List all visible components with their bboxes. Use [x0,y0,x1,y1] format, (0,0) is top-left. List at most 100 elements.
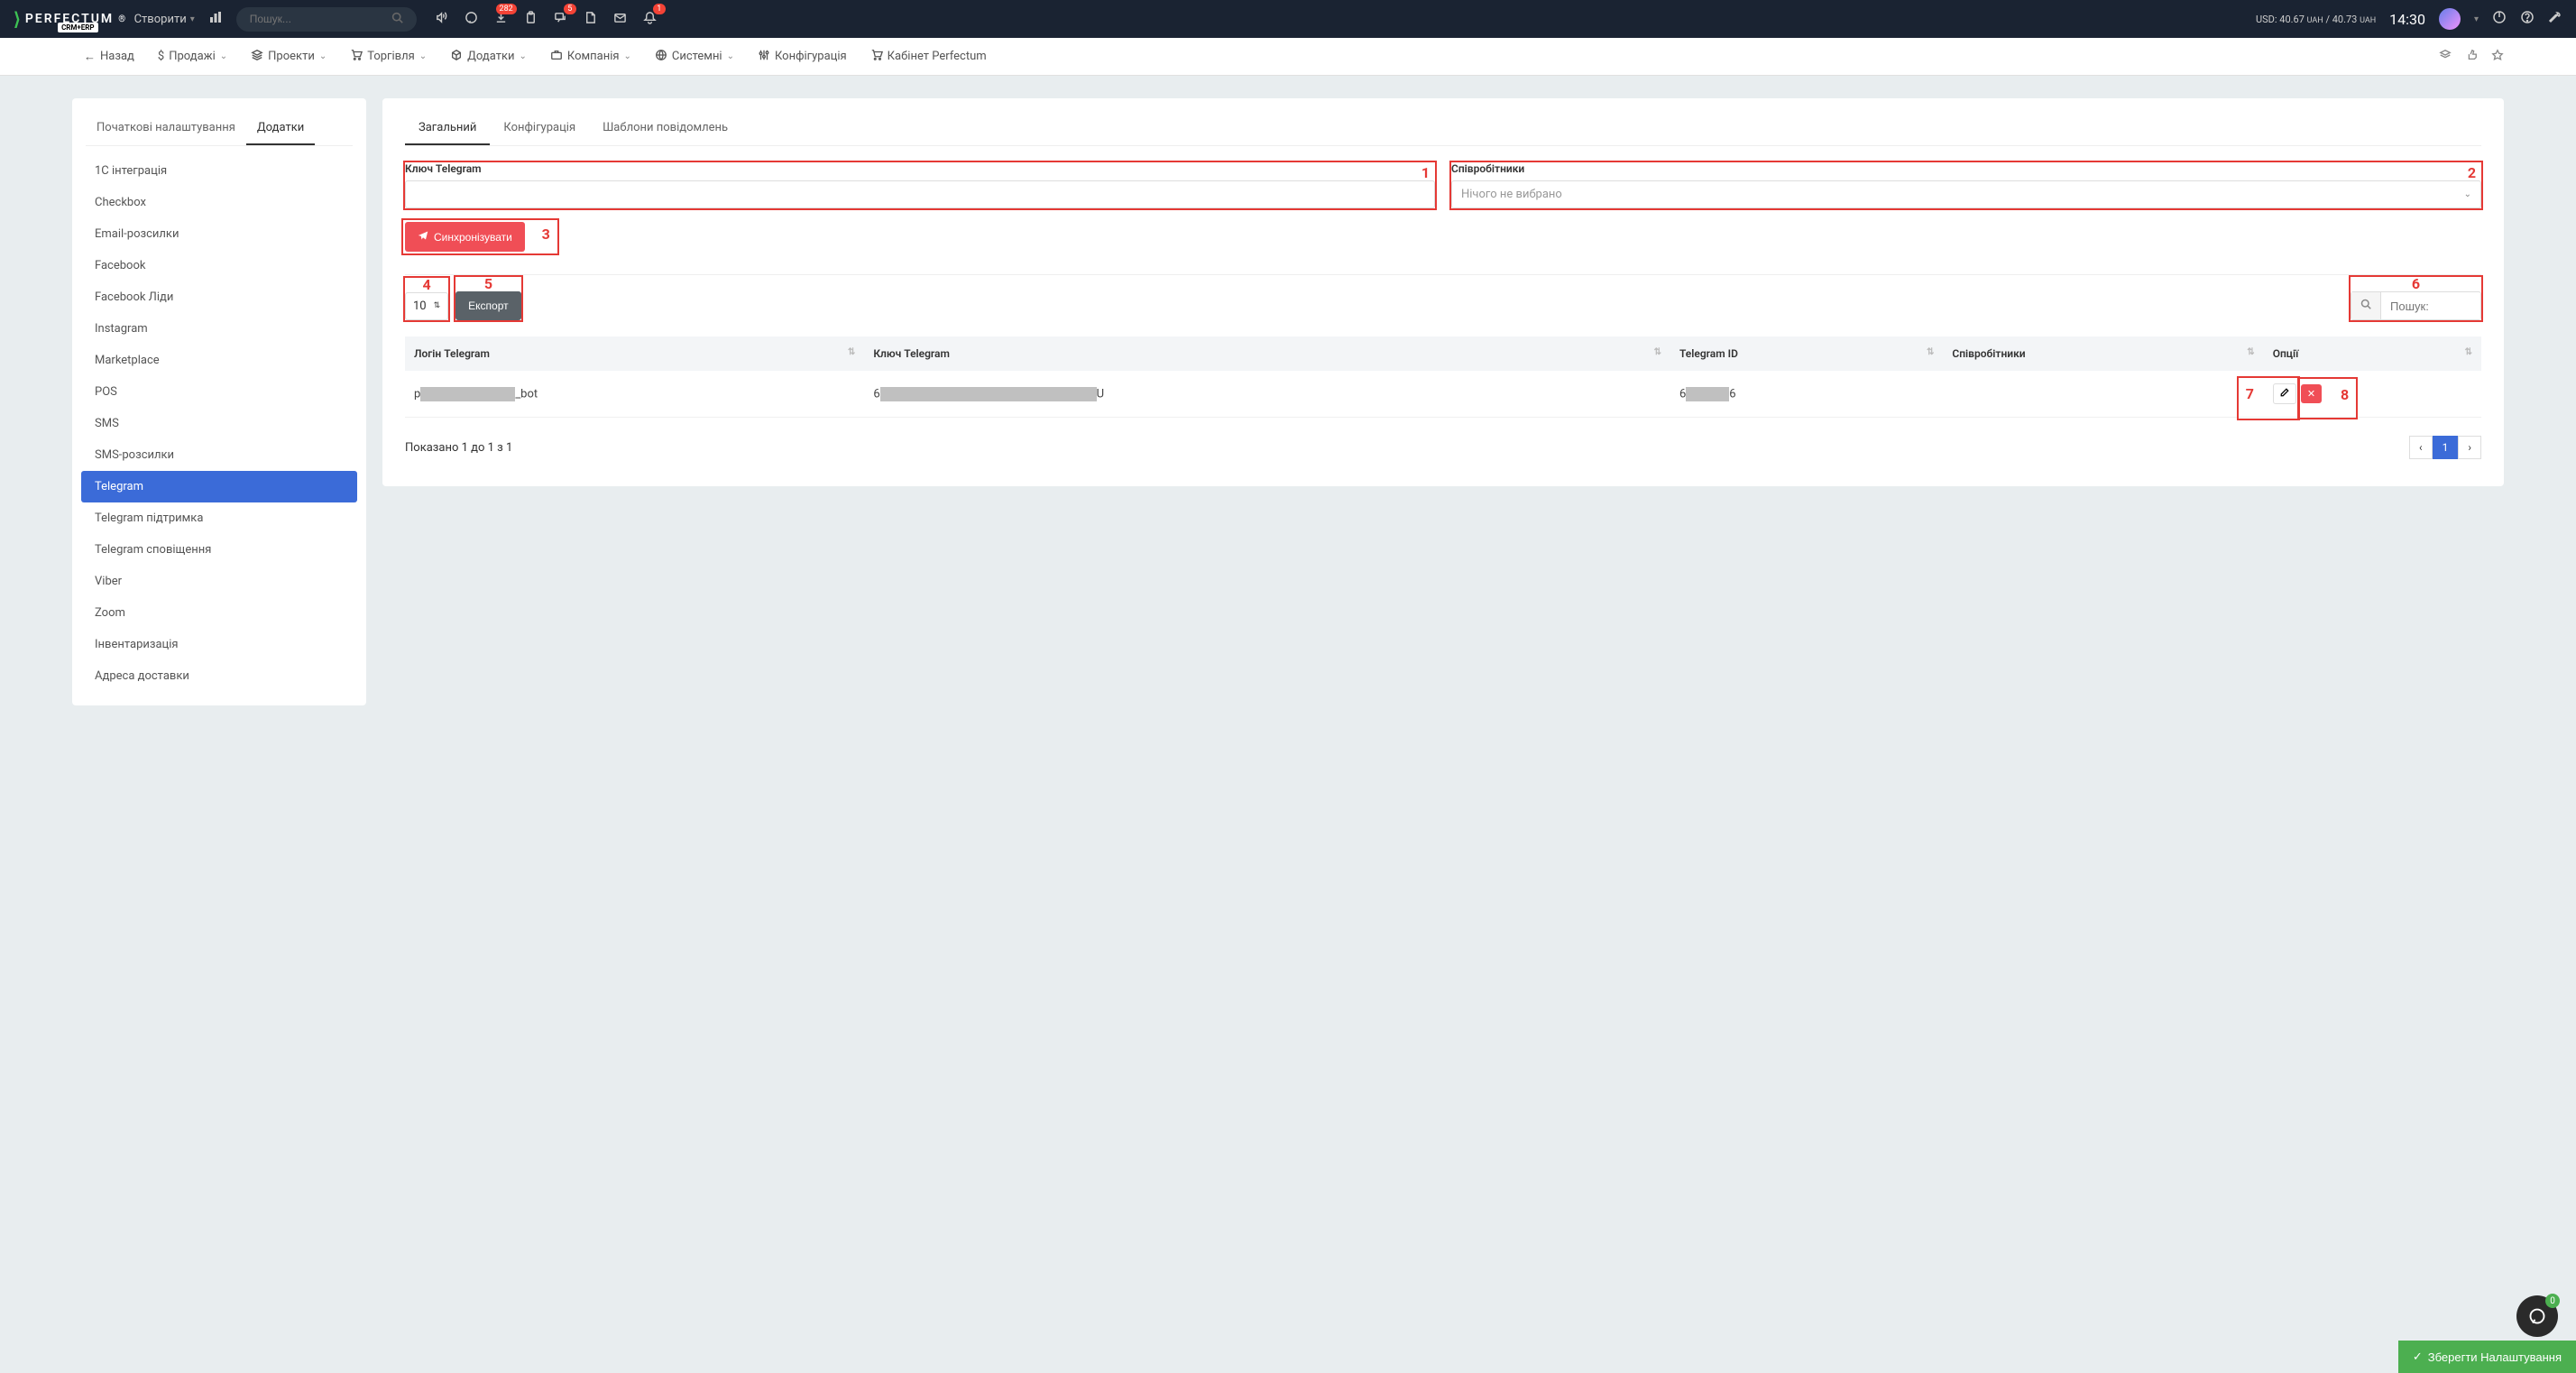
menu-bar: ← Назад $ Продажі ⌄ Проекти ⌄ Торгівля ⌄… [0,38,2576,76]
header-search[interactable] [236,7,417,32]
wrench-icon[interactable] [2548,10,2562,28]
user-menu-chevron[interactable]: ▾ [2474,14,2479,24]
create-dropdown[interactable]: Створити ▾ [134,13,195,26]
cell-options: 7 ✕ 8 [2264,371,2481,418]
page-1[interactable]: 1 [2433,436,2459,459]
col-options[interactable]: Опції⇅ [2264,336,2481,371]
header-right: USD: 40.67 UAH / 40.73 UAH 14:30 ▾ [2256,8,2562,30]
edit-button[interactable] [2273,383,2296,404]
sidebar-item-pos[interactable]: POS [72,376,366,408]
settings-sidebar: Початкові налаштування Додатки 1С інтегр… [72,98,366,705]
key-group: Ключ Telegram 1 [405,162,1435,208]
top-header: ⟩ PERFECTUM ® CRM+ERP Створити ▾ 282 [0,0,2576,38]
sync-row: Синхронізувати 3 [405,222,525,252]
user-avatar[interactable] [2439,8,2461,30]
star-icon[interactable] [2491,49,2504,65]
cell-staff [1943,371,2263,418]
menu-company[interactable]: Компанія ⌄ [538,49,643,65]
briefcase-icon [550,49,563,65]
page-size-select[interactable]: 10 ⇅ [405,292,448,320]
sidebar-tabs: Початкові налаштування Додатки [86,112,353,146]
arrow-left-icon: ← [84,50,96,64]
sidebar-item-telegram[interactable]: Telegram [81,471,357,502]
sidebar-item-telegram-сповіщення[interactable]: Telegram сповіщення [72,534,366,566]
sidebar-tab-addons[interactable]: Додатки [246,112,315,145]
sort-icon: ⇅ [2247,347,2254,357]
sidebar-item-checkbox[interactable]: Checkbox [72,187,366,218]
telegram-key-input[interactable] [405,180,1435,208]
col-staff[interactable]: Співробітники⇅ [1943,336,2263,371]
messages-icon[interactable]: 5 [554,11,567,28]
staff-select[interactable]: Нічого не вибрано ⌄ [1451,180,2481,208]
table-search-input[interactable] [2381,293,2480,319]
cell-key: 6U [864,371,1670,418]
sidebar-item-інвентаризація[interactable]: Інвентаризація [72,629,366,660]
staff-label: Співробітники [1451,162,2481,175]
menu-trade[interactable]: Торгівля ⌄ [338,49,438,65]
menu-config[interactable]: Конфігурація [746,49,859,65]
stack-icon[interactable] [2439,49,2452,65]
header-search-input[interactable] [250,13,391,25]
sidebar-item-viber[interactable]: Viber [72,566,366,597]
sync-button[interactable]: Синхронізувати [405,222,525,252]
col-login[interactable]: Логін Telegram⇅ [405,336,864,371]
annotation-8: 8 [2341,386,2349,403]
col-id[interactable]: Telegram ID⇅ [1670,336,1943,371]
bell-icon[interactable]: 1 [643,11,657,28]
cube-icon [450,49,463,65]
file-icon[interactable] [584,11,597,28]
sidebar-item-facebook[interactable]: Facebook [72,250,366,281]
search-icon [391,12,403,27]
sidebar-item-telegram-підтримка[interactable]: Telegram підтримка [72,502,366,534]
mail-icon[interactable] [613,11,627,28]
form-row: Ключ Telegram 1 Співробітники Нічого не … [405,162,2481,208]
sidebar-item-1с-інтеграція[interactable]: 1С інтеграція [72,155,366,187]
save-button[interactable]: ✓ Зберегти Налаштування [2398,1341,2576,1373]
help-icon[interactable] [2520,10,2535,28]
sidebar-item-zoom[interactable]: Zoom [72,597,366,629]
sidebar-item-sms[interactable]: SMS [72,408,366,439]
menu-sales[interactable]: $ Продажі ⌄ [146,50,239,63]
chevron-down-icon: ⌄ [520,51,527,61]
tab-general[interactable]: Загальний [405,112,490,145]
download-icon[interactable]: 282 [494,11,508,28]
sidebar-item-sms-розсилки[interactable]: SMS-розсилки [72,439,366,471]
annotation-4: 4 [422,276,430,293]
page-prev[interactable]: ‹ [2409,436,2433,459]
redacted [1686,387,1729,401]
staff-placeholder: Нічого не вибрано [1461,188,1562,201]
chevron-down-icon: ▾ [190,14,195,24]
export-button[interactable]: Експорт [455,291,520,320]
cart-icon [350,49,363,65]
volume-icon[interactable] [435,11,448,28]
comment-icon[interactable] [465,11,478,28]
thumbs-up-icon[interactable] [2465,49,2478,65]
power-icon[interactable] [2492,10,2507,28]
page-next[interactable]: › [2458,436,2481,459]
menu-cabinet[interactable]: Кабінет Perfectum [859,49,998,65]
sidebar-tab-initial[interactable]: Початкові налаштування [86,112,246,145]
chevron-down-icon: ⌄ [2464,189,2471,199]
sidebar-item-instagram[interactable]: Instagram [72,313,366,345]
tab-templates[interactable]: Шаблони повідомлень [589,112,741,145]
menu-back[interactable]: ← Назад [72,50,146,64]
time-display: 14:30 [2389,11,2425,28]
sidebar-item-email-розсилки[interactable]: Email-розсилки [72,218,366,250]
sidebar-item-marketplace[interactable]: Marketplace [72,345,366,376]
main-container: Початкові налаштування Додатки 1С інтегр… [0,76,2576,728]
chat-icon [2528,1307,2546,1325]
col-key[interactable]: Ключ Telegram⇅ [864,336,1670,371]
delete-button[interactable]: ✕ [2301,384,2322,403]
sort-icon: ⇅ [1927,347,1934,357]
menu-addons[interactable]: Додатки ⌄ [438,49,538,65]
chart-icon[interactable] [208,10,223,28]
chat-bubble[interactable]: 0 [2516,1295,2558,1337]
tab-config[interactable]: Конфігурація [490,112,589,145]
clipboard-icon[interactable] [524,11,538,28]
menu-projects[interactable]: Проекти ⌄ [239,49,338,65]
divider [405,274,2481,275]
sidebar-item-facebook-ліди[interactable]: Facebook Ліди [72,281,366,313]
sidebar-item-адреса-доставки[interactable]: Адреса доставки [72,660,366,692]
chevron-down-icon: ⌄ [419,51,427,61]
menu-system[interactable]: Системні ⌄ [643,49,746,65]
